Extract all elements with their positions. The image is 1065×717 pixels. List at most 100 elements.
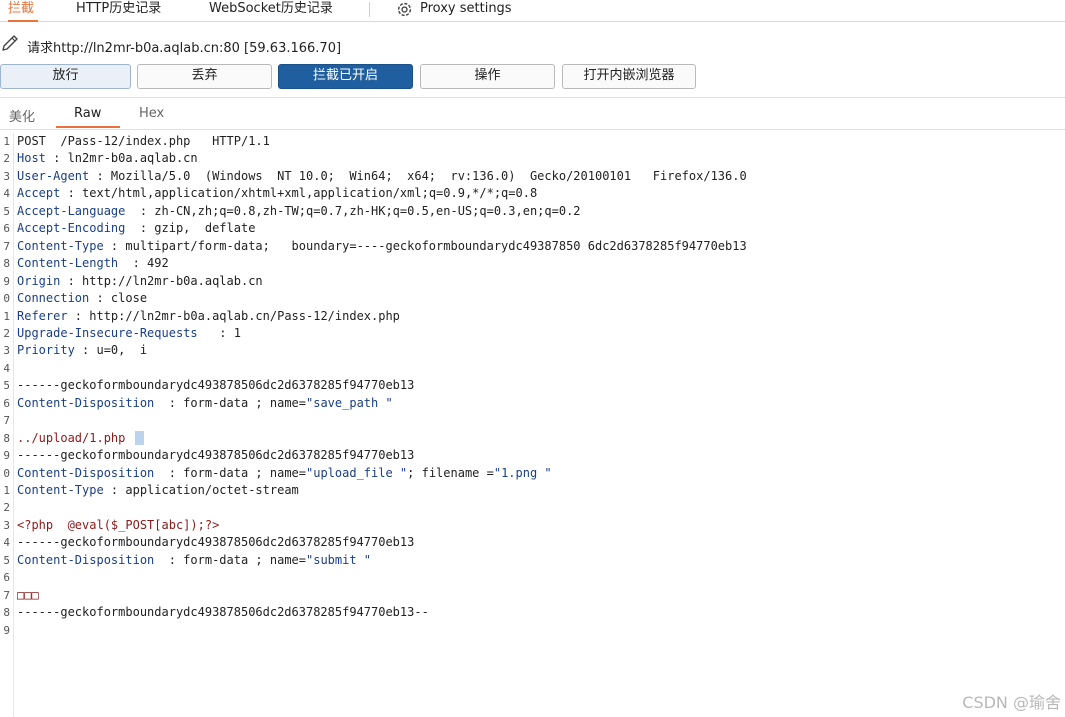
drop-button[interactable]: 丢弃 [137, 64, 272, 89]
line-content: ../upload/1.php [17, 430, 145, 448]
open-browser-button[interactable]: 打开内嵌浏览器 [562, 64, 696, 89]
header-value: : u=0, i [74, 343, 148, 358]
line-content: ------geckoformboundarydc493878506dc2d63… [17, 534, 414, 552]
editor-line: 0 Connection : close [0, 290, 1065, 308]
header-name: Accept [17, 186, 61, 201]
editor-line: 3 User-Agent : Mozilla/5.0 (Windows NT 10… [0, 168, 1065, 186]
editor-line: 9 Origin : http://ln2mr-b0a.aqlab.cn [0, 273, 1065, 291]
line-number: 6 [3, 222, 10, 236]
editor-line: 6 Content-Disposition : form-data ; name=… [0, 395, 1065, 413]
editor-line: 1 Content-Type : application/octet-stream [0, 482, 1065, 500]
header-value: : form-data ; name= [154, 552, 306, 567]
proxy-tab-bar: 拦截 HTTP历史记录 WebSocket历史记录 Proxy settings [0, 0, 1065, 22]
header-value: : 492 [118, 256, 169, 271]
line-content: Content-Disposition : form-data ; name="… [17, 395, 393, 413]
line-content: POST /Pass-12/index.php HTTP/1.1 [17, 133, 270, 151]
editor-line: 5 Content-Disposition : form-data ; name=… [0, 552, 1065, 570]
line-content: Referer : http://ln2mr-b0a.aqlab.cn/Pass… [17, 308, 400, 326]
tab-http-history[interactable]: HTTP历史记录 [76, 0, 161, 22]
line-number: 3 [3, 518, 10, 532]
editor-line: 7 [0, 412, 1065, 430]
proxy-settings-link[interactable]: Proxy settings [420, 0, 512, 22]
editor-line: 0 Content-Disposition : form-data ; name=… [0, 465, 1065, 483]
tab-raw[interactable]: Raw [74, 106, 101, 128]
header-name: Content-Type [17, 483, 104, 497]
header-value: : application/octet-stream [103, 483, 299, 497]
toolbar-divider [0, 97, 1065, 98]
editor-line: 2 [0, 499, 1065, 517]
header-value: ------geckoformboundarydc493878506dc2d63… [17, 378, 415, 393]
line-number: 8 [3, 257, 10, 271]
line-number: 3 [3, 344, 10, 358]
header-value: : close [89, 291, 148, 306]
line-number: 7 [3, 588, 10, 602]
gear-icon[interactable] [395, 0, 414, 19]
line-number: 7 [3, 414, 10, 428]
tab-hex[interactable]: Hex [139, 106, 164, 128]
header-name: Accept-Encoding [17, 221, 126, 236]
header-name: Content-Disposition [17, 395, 155, 410]
quoted-value: "upload_file " [306, 465, 408, 480]
header-name: Host [17, 151, 46, 166]
line-number: 6 [3, 396, 10, 410]
line-content: Accept-Language : zh-CN,zh;q=0.8,zh-TW;q… [17, 203, 581, 221]
editor-line: 5 ------geckoformboundarydc493878506dc2d6… [0, 377, 1065, 395]
quoted-value: "save_path " [306, 395, 393, 410]
line-number: 4 [3, 536, 10, 550]
watermark: CSDN @瑜舍 [962, 693, 1061, 712]
editor-line: 7 □□□ [0, 587, 1065, 605]
tab-websocket-history[interactable]: WebSocket历史记录 [209, 0, 333, 22]
header-name: Content-Length [17, 256, 119, 271]
header-value: : Mozilla/5.0 (Windows NT 10.0; Win64; x… [89, 168, 747, 183]
line-content: Upgrade-Insecure-Requests : 1 [17, 325, 241, 343]
line-number: 1 [3, 484, 10, 497]
line-content: Origin : http://ln2mr-b0a.aqlab.cn [17, 273, 263, 291]
header-name: Accept-Language [17, 203, 126, 218]
action-button[interactable]: 操作 [420, 64, 555, 89]
header-name: Upgrade-Insecure-Requests [17, 325, 198, 340]
line-content: □□□ [17, 587, 39, 605]
line-number: 0 [3, 466, 10, 480]
line-number: 6 [3, 571, 10, 585]
tab-intercept[interactable]: 拦截 [8, 0, 38, 22]
forward-button[interactable]: 放行 [0, 64, 131, 89]
editor-line: 9 [0, 622, 1065, 640]
header-name: Referer [17, 308, 68, 323]
tab-pretty[interactable]: 美化 [9, 106, 35, 128]
line-content: ------geckoformboundarydc493878506dc2d63… [17, 377, 414, 395]
pencil-icon[interactable] [0, 33, 20, 53]
editor-line: 9 ------geckoformboundarydc493878506dc2d6… [0, 447, 1065, 465]
line-number: 9 [3, 449, 10, 463]
line-content: Connection : close [17, 290, 147, 308]
header-value: POST /Pass-12/index.php HTTP/1.1 [17, 134, 270, 148]
line-content: Content-Type : multipart/form-data; boun… [17, 238, 747, 256]
line-content: Priority : u=0, i [17, 342, 147, 360]
header-value: ------geckoformboundarydc493878506dc2d63… [17, 448, 415, 463]
header-name: Content-Disposition [17, 465, 155, 480]
editor-line: 1 POST /Pass-12/index.php HTTP/1.1 [0, 133, 1065, 151]
line-content: Content-Type : application/octet-stream [17, 482, 299, 500]
line-number: 7 [3, 239, 10, 253]
editor-line: 6 [0, 569, 1065, 587]
header-value: : gzip, deflate [125, 221, 256, 236]
line-number: 5 [3, 379, 10, 393]
line-content: Content-Disposition : form-data ; name="… [17, 465, 552, 483]
header-value: : ln2mr-b0a.aqlab.cn [45, 151, 198, 166]
line-number: 8 [3, 431, 10, 445]
request-target-text: 请求http://ln2mr-b0a.aqlab.cn:80 [59.63.16… [27, 41, 342, 56]
line-number: 1 [3, 309, 10, 323]
header-name: Connection [17, 291, 90, 306]
line-number: 3 [3, 169, 10, 183]
header-value: : multipart/form-data; boundary=----geck… [103, 238, 747, 253]
tab-separator [369, 2, 370, 17]
line-content: Content-Length : 492 [17, 255, 169, 273]
header-value: : zh-CN,zh;q=0.8,zh-TW;q=0.7,zh-HK;q=0.5… [125, 203, 581, 218]
header-value: : http://ln2mr-b0a.aqlab.cn [60, 273, 263, 288]
intercept-toggle-button[interactable]: 拦截已开启 [278, 64, 413, 89]
line-number: 2 [3, 501, 10, 515]
editor-line: 5 Accept-Language : zh-CN,zh;q=0.8,zh-TW;… [0, 203, 1065, 221]
header-value: ------geckoformboundarydc493878506dc2d63… [17, 605, 429, 620]
line-content: Host : ln2mr-b0a.aqlab.cn [17, 150, 198, 168]
request-editor[interactable]: 1 POST /Pass-12/index.php HTTP/1.1 2 Host :… [0, 133, 1065, 717]
line-number: 2 [3, 152, 10, 166]
